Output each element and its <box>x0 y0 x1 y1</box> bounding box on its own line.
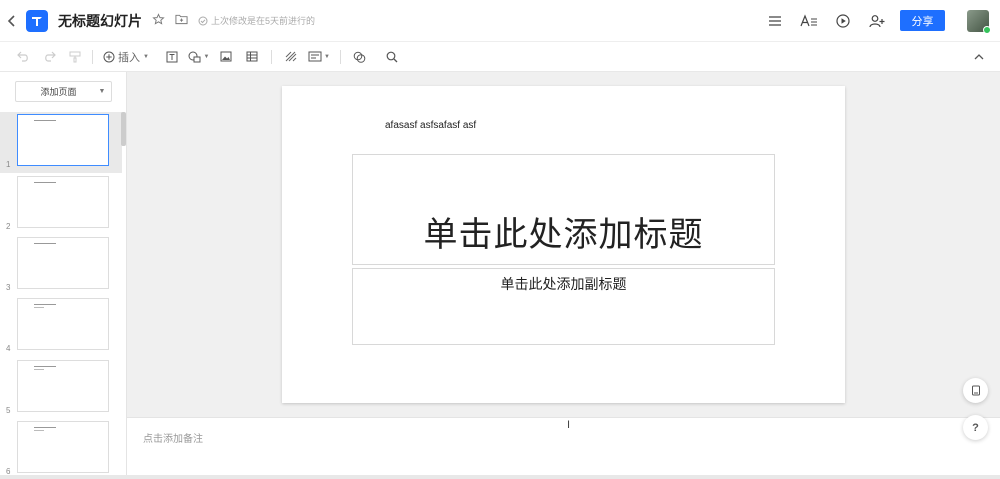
back-icon[interactable] <box>0 0 24 42</box>
sidebar-scrollbar[interactable] <box>121 112 126 146</box>
check-circle-icon <box>198 16 208 25</box>
thumb-text-line <box>34 120 56 121</box>
undo-icon[interactable] <box>12 42 34 72</box>
slide-thumbnail-row[interactable]: 4 <box>0 296 122 357</box>
collapse-toolbar-icon[interactable] <box>974 42 984 72</box>
slide-thumbnail-row[interactable]: 3 <box>0 235 122 296</box>
slide-thumbnail-row[interactable]: 1 <box>0 112 122 173</box>
add-page-label: 添加页面 <box>40 87 77 97</box>
image-icon[interactable] <box>213 42 239 72</box>
folder-icon[interactable] <box>175 13 188 28</box>
add-collaborator-icon[interactable] <box>860 0 894 42</box>
toolbar-divider <box>92 49 93 64</box>
notes-placeholder[interactable]: 点击添加备注 <box>143 430 203 445</box>
text-format-icon[interactable] <box>792 0 826 42</box>
title-placeholder-box[interactable]: 单击此处添加标题 <box>352 154 775 265</box>
star-icon[interactable] <box>152 12 165 29</box>
redo-icon[interactable] <box>38 42 60 72</box>
plus-circle-icon <box>103 51 115 62</box>
chevron-down-icon: ▼ <box>143 53 149 60</box>
thumb-text-line <box>34 243 56 244</box>
toolbar-divider <box>270 49 272 64</box>
document-title[interactable]: 无标题幻灯片 <box>58 11 142 31</box>
top-bar: 无标题幻灯片 上次修改是在5天前进行的 分享 <box>0 0 1000 42</box>
online-status-dot <box>983 25 991 34</box>
slide-thumbnail[interactable] <box>17 114 109 166</box>
save-status-text: 上次修改是在5天前进行的 <box>211 16 316 26</box>
slide-thumbnail[interactable] <box>17 360 109 412</box>
slide-thumbnail[interactable] <box>17 237 109 289</box>
slide-text-box[interactable]: afasasf asfsafasf asf <box>385 120 476 131</box>
shape-icon <box>188 51 201 62</box>
layout-menu-button[interactable]: ▼ <box>304 42 334 72</box>
shape-menu-button[interactable]: ▼ <box>185 42 213 72</box>
save-status: 上次修改是在5天前进行的 <box>198 14 315 27</box>
slide-thumbnail-row[interactable]: 5 <box>0 358 122 419</box>
help-label: ? <box>972 421 979 434</box>
help-button[interactable]: ? <box>963 415 988 440</box>
slide-number: 4 <box>6 344 11 353</box>
share-button[interactable]: 分享 <box>900 10 945 31</box>
thumb-text-line <box>34 427 56 428</box>
text-box-icon[interactable] <box>159 42 185 72</box>
background-fill-icon[interactable] <box>278 42 304 72</box>
insert-menu-button[interactable]: 插入 ▼ <box>99 42 153 72</box>
text-cursor-icon: I <box>567 419 571 431</box>
horizontal-scrollbar[interactable] <box>0 475 1000 479</box>
slide[interactable]: afasasf asfsafasf asf 单击此处添加标题 单击此处添加副标题 <box>282 86 845 403</box>
slide-number: 3 <box>6 283 11 292</box>
slide-thumbnail-panel: 添加页面 ▼ 1 2 3 4 5 6 <box>0 72 127 479</box>
slides-app: 无标题幻灯片 上次修改是在5天前进行的 分享 插入 ▼ ▼ ▼ 添加页面 ▼ 1… <box>0 0 1000 479</box>
add-page-button[interactable]: 添加页面 ▼ <box>15 81 112 102</box>
editing-toolbar: 插入 ▼ ▼ ▼ <box>0 42 1000 72</box>
avatar[interactable] <box>967 9 991 34</box>
thumb-text-line <box>34 366 56 367</box>
thumb-text-line <box>34 430 44 431</box>
table-icon[interactable] <box>239 42 265 72</box>
slide-number: 2 <box>6 222 11 231</box>
slide-number: 1 <box>6 160 11 169</box>
thumb-text-line <box>34 304 56 305</box>
title-placeholder-text: 单击此处添加标题 <box>423 216 704 254</box>
thumb-text-line <box>34 182 56 183</box>
layout-icon <box>308 51 322 62</box>
slide-thumbnail[interactable] <box>17 176 109 228</box>
play-icon[interactable] <box>826 0 860 42</box>
slide-thumbnail-row[interactable]: 2 <box>0 174 122 235</box>
chevron-down-icon: ▼ <box>203 53 210 60</box>
speaker-notes[interactable]: 点击添加备注 I ? <box>127 415 1000 479</box>
thumb-text-line <box>34 307 44 308</box>
slide-thumbnail[interactable] <box>17 421 109 473</box>
toolbar-divider <box>339 49 341 64</box>
chevron-down-icon[interactable]: ▼ <box>93 88 111 95</box>
insert-label: 插入 <box>118 51 140 64</box>
top-right-actions: 分享 <box>758 0 1000 42</box>
search-icon[interactable] <box>379 42 405 72</box>
menu-icon[interactable] <box>758 0 792 42</box>
slide-thumbnail[interactable] <box>17 298 109 350</box>
chevron-down-icon: ▼ <box>323 53 330 60</box>
tablet-view-icon[interactable] <box>963 378 988 403</box>
slide-number: 5 <box>6 406 11 415</box>
subtitle-placeholder-box[interactable]: 单击此处添加副标题 <box>352 268 775 345</box>
slide-canvas: afasasf asfsafasf asf 单击此处添加标题 单击此处添加副标题 <box>127 72 1000 417</box>
theme-palette-icon[interactable] <box>347 42 373 72</box>
subtitle-placeholder-text: 单击此处添加副标题 <box>500 276 627 292</box>
thumb-text-line <box>34 369 44 370</box>
app-logo-icon[interactable] <box>26 9 48 32</box>
format-painter-icon[interactable] <box>64 42 86 72</box>
slide-thumbnail-row[interactable]: 6 <box>0 419 122 479</box>
